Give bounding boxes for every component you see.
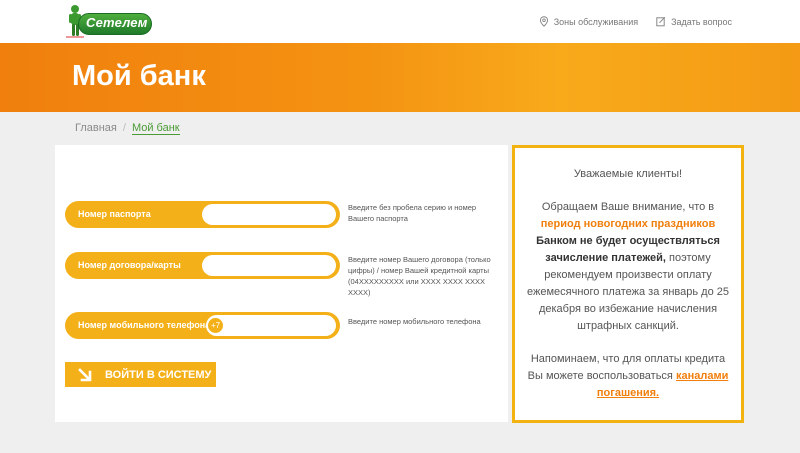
passport-hint: Введите без пробела серию и номер Вашего… — [348, 203, 477, 223]
phone-label: Номер мобильного телефона — [78, 320, 211, 330]
top-links: Зоны обслуживания Задать вопрос — [539, 16, 732, 27]
notice-paragraph-2: Напоминаем, что для оплаты кредита Вы мо… — [523, 351, 733, 402]
ask-question-label: Задать вопрос — [671, 16, 732, 27]
phone-prefix: +7 — [208, 318, 223, 333]
service-zones-label: Зоны обслуживания — [553, 16, 639, 27]
notice-p1-highlight: период новогодних праздников — [540, 218, 716, 230]
page-title: Мой банк — [72, 60, 206, 92]
passport-label: Номер паспорта — [78, 209, 151, 219]
map-pin-icon — [539, 16, 548, 27]
phone-input[interactable] — [206, 315, 336, 336]
notice-p1-rest: поэтому рекомендуем произвести оплату еж… — [527, 252, 729, 332]
contract-hint: Введите номер Вашего договора (только ци… — [348, 255, 491, 297]
breadcrumb-current[interactable]: Мой банк — [131, 122, 180, 135]
breadcrumb-separator: / — [122, 122, 126, 134]
notice-p1-start: Обращаем Ваше внимание, что в — [541, 201, 715, 213]
passport-input[interactable] — [202, 204, 336, 225]
contract-input[interactable] — [202, 255, 336, 276]
edit-icon — [656, 16, 666, 27]
login-button-label: ВОЙТИ В СИСТЕМУ — [105, 368, 212, 381]
notice-greeting: Уважаемые клиенты! — [573, 168, 683, 180]
logo-text: Сетелем — [86, 15, 148, 30]
arrow-down-right-icon — [78, 367, 92, 381]
breadcrumb: Главная / Мой банк — [75, 122, 180, 135]
holiday-notice: Уважаемые клиенты! Обращаем Ваше внимани… — [512, 145, 744, 423]
breadcrumb-home[interactable]: Главная — [75, 122, 117, 135]
top-bar: Сетелем Зоны обслуживания Задать вопрос — [0, 0, 800, 43]
contract-label: Номер договора/карты — [78, 260, 181, 270]
service-zones-link[interactable]: Зоны обслуживания — [539, 16, 638, 27]
notice-paragraph-1: Обращаем Ваше внимание, что в период нов… — [523, 199, 733, 335]
cetelem-logo[interactable]: Сетелем — [60, 4, 160, 38]
login-button[interactable]: ВОЙТИ В СИСТЕМУ — [65, 362, 216, 387]
phone-hint: Введите номер мобильного телефона — [348, 317, 481, 326]
page-banner: Мой банк — [0, 43, 800, 112]
ask-question-link[interactable]: Задать вопрос — [656, 16, 732, 27]
login-form: Номер паспорта Введите без пробела серию… — [55, 145, 508, 422]
